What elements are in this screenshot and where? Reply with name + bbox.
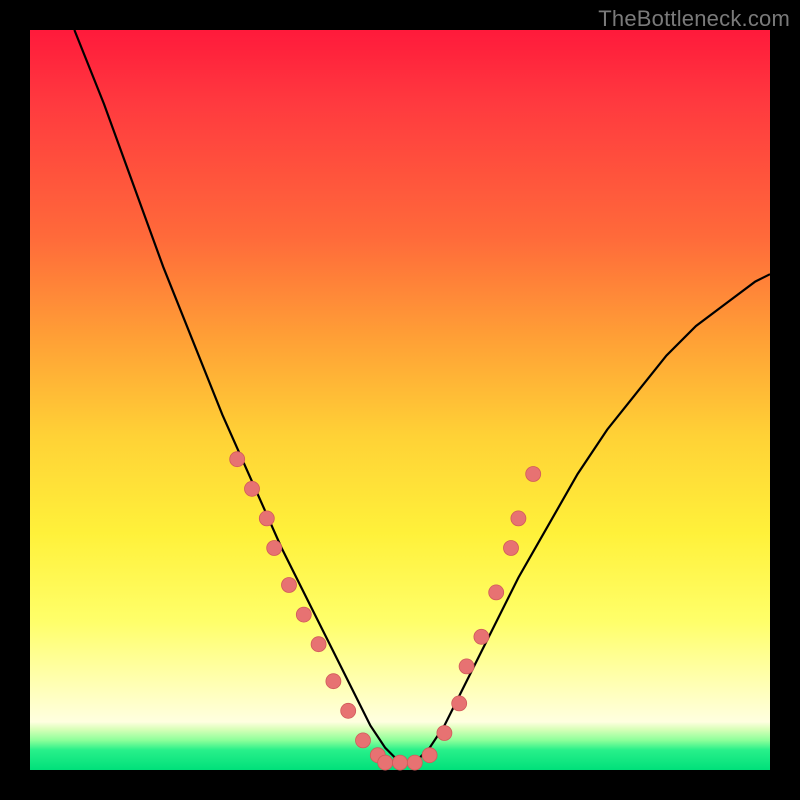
data-point (259, 511, 274, 526)
data-point (311, 637, 326, 652)
data-point (245, 481, 260, 496)
data-point (356, 733, 371, 748)
data-point (504, 541, 519, 556)
data-point (437, 726, 452, 741)
data-point (526, 467, 541, 482)
data-point (489, 585, 504, 600)
data-point (393, 755, 408, 770)
data-point (474, 629, 489, 644)
data-markers (230, 452, 541, 770)
data-point (230, 452, 245, 467)
data-point (282, 578, 297, 593)
data-point (511, 511, 526, 526)
data-point (267, 541, 282, 556)
data-point (452, 696, 467, 711)
plot-area (30, 30, 770, 770)
chart-frame: TheBottleneck.com (0, 0, 800, 800)
chart-svg (30, 30, 770, 770)
watermark-text: TheBottleneck.com (598, 6, 790, 32)
data-point (296, 607, 311, 622)
bottleneck-curve (74, 30, 770, 763)
data-point (422, 748, 437, 763)
data-point (459, 659, 474, 674)
data-point (407, 755, 422, 770)
data-point (378, 755, 393, 770)
data-point (326, 674, 341, 689)
data-point (341, 703, 356, 718)
